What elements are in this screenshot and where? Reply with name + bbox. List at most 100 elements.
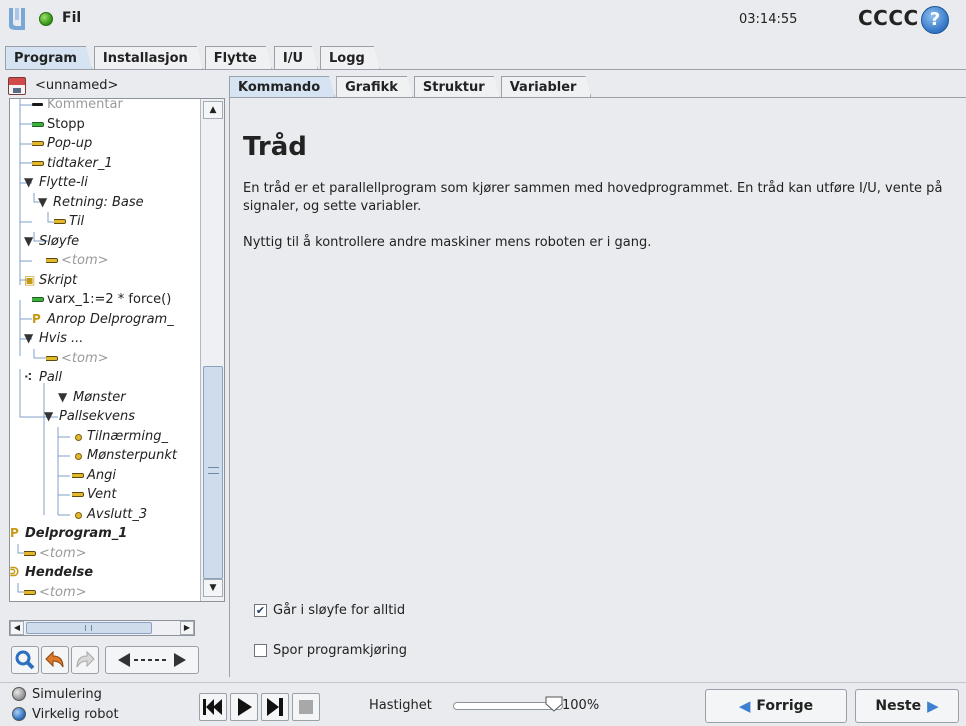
tree-node-label: Sløyfe [39, 233, 80, 249]
scroll-thumb[interactable] [203, 366, 223, 579]
command-tabs: Kommando Grafikk Struktur Variabler [229, 76, 592, 98]
tree-node-label: Skript [39, 272, 78, 288]
skip-to-start-button[interactable] [199, 693, 227, 721]
help-icon[interactable]: ? [921, 6, 949, 34]
file-menu[interactable]: Fil [62, 10, 81, 26]
tree-node[interactable]: P Delprogram_1 [10, 524, 198, 543]
tree-vertical-scrollbar[interactable]: ▲ ▼ [200, 99, 224, 601]
tree-node[interactable]: Vent [72, 485, 198, 504]
tab-struktur[interactable]: Struktur [414, 76, 500, 98]
page-title: Tråd [243, 132, 307, 162]
tab-io[interactable]: I/U [274, 46, 318, 70]
tab-flytte[interactable]: Flytte [205, 46, 272, 70]
program-name: <unnamed> [35, 78, 119, 93]
expand-triangle-icon: ▼ [38, 194, 48, 209]
tab-installasjon[interactable]: Installasjon [94, 46, 203, 70]
stop-button[interactable] [292, 693, 320, 721]
command-content: Tråd En tråd er et parallellprogram som … [229, 97, 966, 677]
previous-label: Forrige [756, 698, 814, 714]
tree-node[interactable]: ▣ Skript [24, 271, 198, 290]
tree-node[interactable]: varx_1:=2 * force() [32, 290, 198, 309]
trace-execution-checkbox[interactable] [254, 643, 267, 657]
trace-execution-option[interactable]: Spor programkjøring [254, 641, 407, 659]
tree-node-label: <tom> [39, 584, 87, 600]
redo-button[interactable] [71, 646, 99, 674]
description-text: En tråd er et parallellprogram som kjøre… [243, 181, 943, 214]
tree-node[interactable]: <tom> [46, 349, 198, 368]
tree-node[interactable]: <tom> [24, 544, 198, 563]
tree-node[interactable]: Til [54, 212, 198, 231]
tree-node[interactable]: P Anrop Delprogram_ [32, 310, 198, 329]
tree-node-label: Angi [87, 467, 116, 483]
expand-triangle-icon: ▼ [58, 389, 68, 404]
command-yellow-icon [24, 544, 36, 563]
tree-node[interactable]: <tom> [46, 251, 198, 270]
tab-grafikk[interactable]: Grafikk [336, 76, 413, 98]
tree-node[interactable]: ⁖ Pall [24, 368, 198, 387]
scroll-down-icon[interactable]: ▼ [203, 579, 223, 597]
program-tree[interactable]: Kommentar Stopp Pop-up tidtaker_1 ▼ Flytte-li… [9, 98, 225, 602]
move-node-button[interactable] [105, 646, 199, 674]
skip-start-icon [203, 699, 222, 715]
tree-node-label: Til [69, 214, 85, 229]
scroll-left-icon[interactable]: ◀ [10, 621, 24, 635]
tab-program[interactable]: Program [5, 46, 92, 70]
arrow-right-icon: ▶ [927, 697, 939, 715]
tree-node[interactable]: Kommentar [32, 99, 198, 114]
loop-forever-label: Går i sløyfe for alltid [273, 602, 406, 618]
simulation-mode[interactable]: Simulering [12, 685, 102, 703]
command-yellow-icon [72, 466, 84, 485]
tree-node-label: Mønsterpunkt [87, 448, 177, 463]
hscroll-thumb[interactable] [26, 622, 152, 634]
scroll-right-icon[interactable]: ▶ [180, 621, 194, 635]
robot-status-icon[interactable] [39, 12, 53, 26]
undo-button[interactable] [41, 646, 69, 674]
tab-variabler[interactable]: Variabler [501, 76, 592, 98]
command-yellow-icon [24, 583, 36, 602]
tree-node-label: Avslutt_3 [87, 506, 148, 522]
tree-node[interactable]: Mønsterpunkt [72, 446, 198, 465]
simulation-radio-icon[interactable] [12, 687, 26, 701]
real-robot-radio-icon[interactable] [12, 707, 26, 721]
tab-kommando[interactable]: Kommando [229, 76, 335, 98]
tree-node-label: Vent [87, 487, 117, 502]
tree-node[interactable]: tidtaker_1 [32, 154, 198, 173]
tree-node[interactable]: Pop-up [32, 134, 198, 153]
real-robot-label: Virkelig robot [32, 706, 119, 722]
search-icon [15, 650, 35, 670]
loop-forever-option[interactable]: ✔ Går i sløyfe for alltid [254, 601, 405, 619]
next-button[interactable]: Neste ▶ [855, 689, 959, 723]
tree-node[interactable]: ᕲ Hendelse [10, 563, 198, 582]
tree-node[interactable]: Stopp [32, 115, 198, 134]
tree-node[interactable]: ▼ Hvis ... [24, 329, 198, 348]
tree-horizontal-scrollbar[interactable]: ◀ ▶ [9, 620, 195, 636]
play-button[interactable] [230, 693, 258, 721]
step-button[interactable] [261, 693, 289, 721]
previous-button[interactable]: ◀ Forrige [705, 689, 847, 723]
tree-node-label: Pop-up [47, 136, 93, 151]
loop-forever-checkbox[interactable]: ✔ [254, 603, 267, 617]
tree-node-label: tidtaker_1 [47, 155, 113, 171]
bottom-bar: Simulering Virkelig robot Hastighet 100%… [0, 682, 966, 726]
pallet-icon: ⁖ [24, 370, 33, 384]
tree-node[interactable]: ▼ Mønster [58, 388, 198, 407]
tree-node[interactable]: Angi [72, 466, 198, 485]
real-robot-mode[interactable]: Virkelig robot [12, 705, 119, 723]
tab-logg[interactable]: Logg [320, 46, 380, 70]
tree-node[interactable]: ▼ Retning: Base [38, 193, 198, 212]
tree-node[interactable]: <tom> [24, 583, 198, 602]
tree-node[interactable]: Tilnærming_ [72, 427, 198, 446]
tree-node-label: Hendelse [25, 565, 94, 580]
tree-node[interactable]: ▼ Flytte-li [24, 173, 198, 192]
expand-triangle-icon: ▼ [24, 233, 34, 248]
tree-node[interactable]: ▼ Pallsekvens [44, 407, 198, 426]
speed-slider-handle-icon[interactable] [545, 696, 563, 712]
scroll-up-icon[interactable]: ▲ [203, 101, 223, 119]
save-disk-icon[interactable] [8, 77, 26, 95]
tree-node[interactable]: Avslutt_3 [72, 505, 198, 524]
command-yellow-icon [54, 212, 66, 231]
subprogram-icon: P [32, 311, 41, 326]
tree-node[interactable]: ▼ Sløyfe [24, 232, 198, 251]
search-button[interactable] [11, 646, 39, 674]
script-icon: ▣ [24, 272, 36, 287]
